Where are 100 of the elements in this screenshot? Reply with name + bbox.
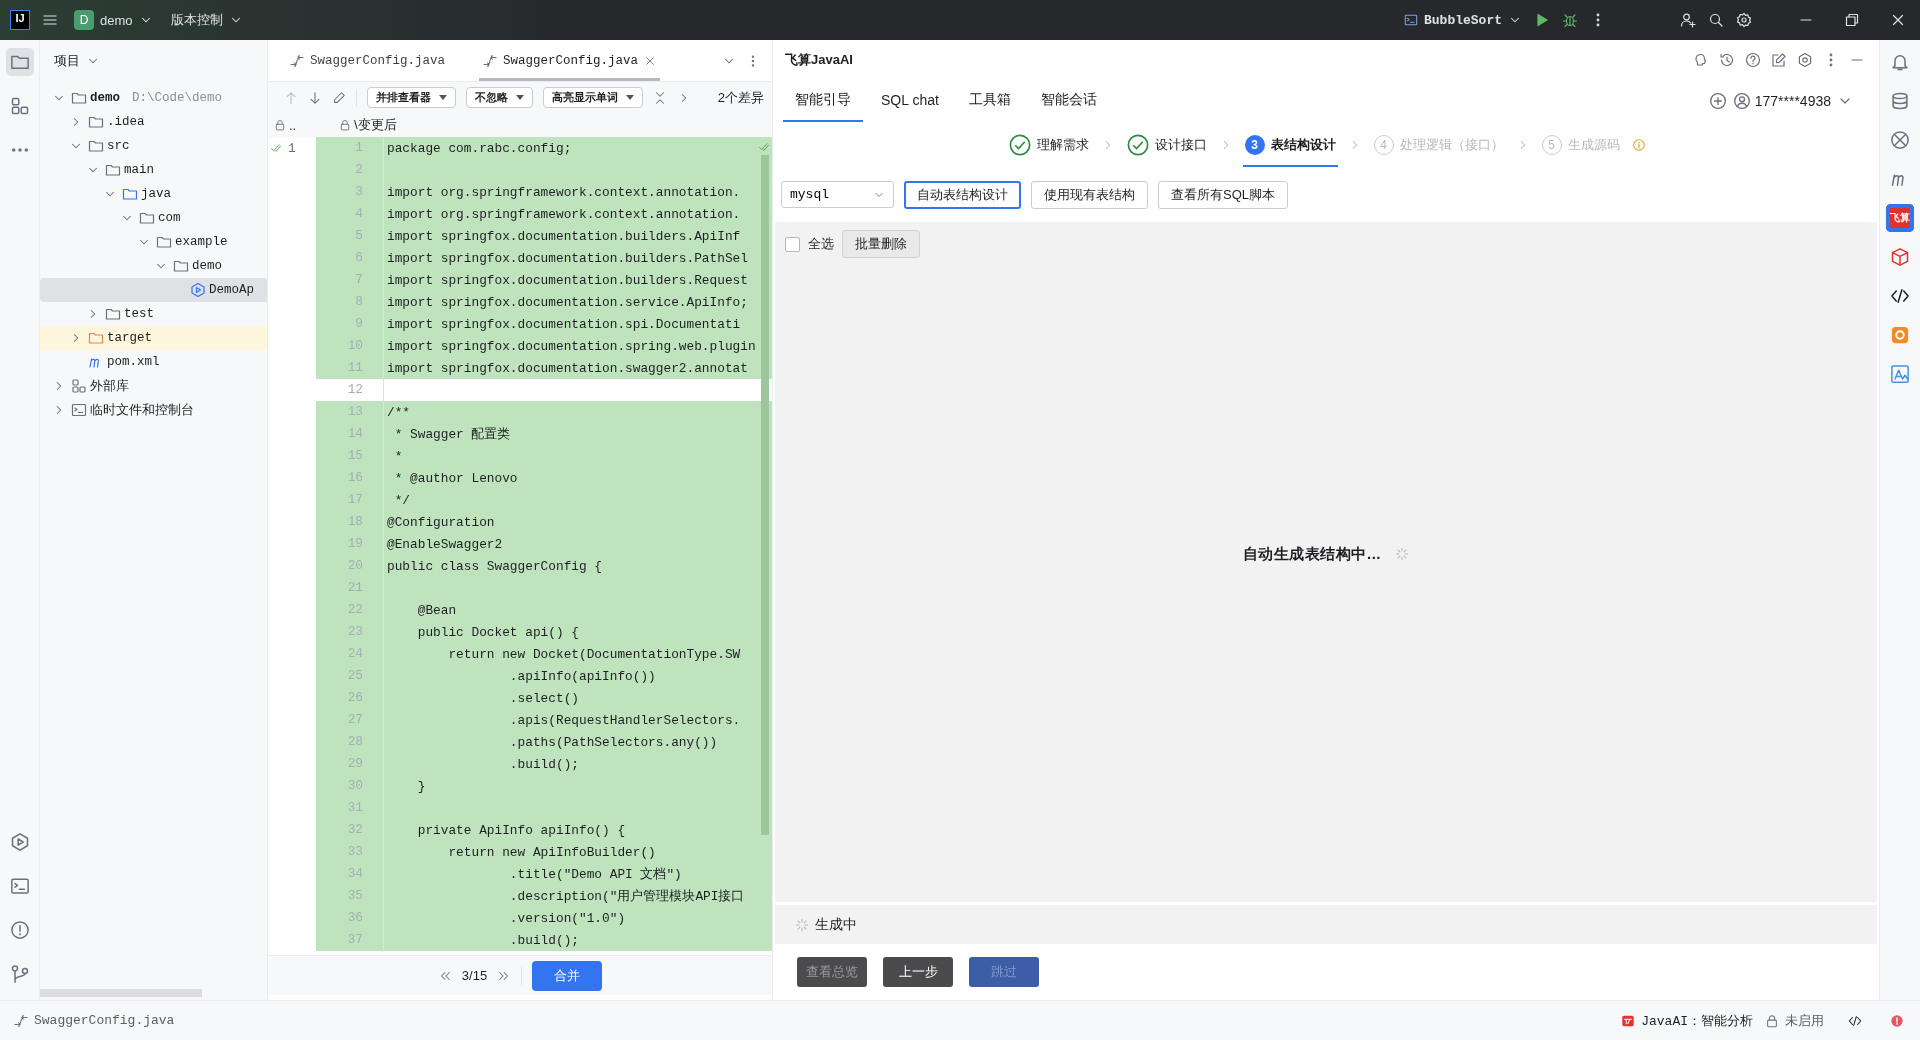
close-icon[interactable]: [1890, 12, 1906, 28]
breadcrumb[interactable]: SwaggerConfig.java: [34, 1013, 175, 1028]
code-line: import org.springframework.context.annotation.: [386, 206, 741, 222]
footer-button[interactable]: 上一步: [883, 957, 953, 987]
restore-icon[interactable]: [1844, 12, 1860, 28]
code-line: return new ApiInfoBuilder(): [447, 844, 656, 860]
action-button[interactable]: 使用现有表结构: [1031, 180, 1148, 209]
code-line: @Bean: [416, 602, 457, 618]
plugin-icon[interactable]: [1621, 1013, 1636, 1028]
action-button[interactable]: 查看所有SQL脚本: [1158, 180, 1288, 209]
tree-item[interactable]: com: [158, 211, 181, 225]
tree-item[interactable]: example: [175, 235, 228, 249]
lock-icon: [1765, 1013, 1779, 1028]
spinner-icon: [795, 917, 809, 932]
lock-status[interactable]: 未启用: [1785, 1011, 1824, 1030]
check-icon: [758, 141, 770, 153]
account-name[interactable]: 177****4938: [1754, 93, 1831, 109]
file-path: \变更后: [354, 116, 397, 134]
code-line: }: [416, 778, 426, 794]
dropdown[interactable]: 高亮显示单词: [543, 87, 643, 108]
info-icon[interactable]: [1631, 137, 1646, 152]
code-line: .title("Demo API 文档"): [508, 865, 682, 883]
tab[interactable]: 工具箱: [956, 80, 1023, 122]
edit-icon[interactable]: [1771, 52, 1787, 68]
add-user-icon[interactable]: [1680, 12, 1696, 28]
folder-icon: [88, 138, 104, 154]
help-icon[interactable]: [1745, 52, 1761, 68]
tab[interactable]: 智能会话: [1028, 80, 1109, 122]
terminal-icon: [1404, 13, 1418, 27]
step-label: 生成源码: [1567, 135, 1620, 154]
tree-item[interactable]: demo: [192, 259, 222, 273]
arrow-down-icon[interactable]: [308, 90, 322, 105]
tree-item[interactable]: 外部库: [90, 377, 129, 395]
editor-tab[interactable]: SwaggerConfig.java: [286, 40, 450, 81]
folder-icon: [88, 330, 104, 346]
project-icon[interactable]: [5, 48, 34, 76]
debug-icon[interactable]: [1562, 12, 1578, 28]
code-icon[interactable]: [1848, 1013, 1862, 1028]
tree-item[interactable]: target: [107, 331, 152, 345]
code-line: import org.springframework.context.annotation.: [386, 184, 741, 200]
code-line: .apis(RequestHandlerSelectors.: [508, 712, 741, 728]
step-label: 理解需求: [1036, 135, 1089, 154]
vcs-menu[interactable]: 版本控制: [170, 11, 243, 29]
settings-icon[interactable]: [1797, 52, 1813, 68]
run-configuration[interactable]: BubbleSort: [1404, 12, 1522, 28]
user-icon: [1732, 92, 1751, 110]
code-line: public class SwaggerConfig {: [386, 558, 603, 574]
error-icon[interactable]: [1890, 1013, 1904, 1028]
tab[interactable]: 智能引导: [783, 80, 863, 122]
code-line: */: [393, 492, 411, 508]
collapse-icon[interactable]: [653, 90, 667, 105]
history-icon[interactable]: [1719, 52, 1735, 68]
batch-delete-button[interactable]: 批量删除: [842, 230, 920, 258]
dropdown[interactable]: 不忽略: [466, 87, 533, 108]
code-line: import springfox.documentation.spi.Documentati: [386, 316, 741, 332]
run-icon[interactable]: [1534, 12, 1550, 28]
add-icon[interactable]: [1708, 92, 1727, 110]
tree-item[interactable]: DemoAp: [209, 283, 254, 297]
panel-title: 飞算JavaAI: [785, 51, 853, 69]
dropdown[interactable]: 并排查看器: [367, 87, 456, 108]
ai-status[interactable]: JavaAI：智能分析: [1641, 1011, 1753, 1030]
menu-icon[interactable]: [42, 12, 58, 28]
project-switcher[interactable]: D demo: [74, 10, 153, 30]
search-icon[interactable]: [1708, 12, 1724, 28]
step-label: 处理逻辑（接口）: [1399, 135, 1504, 154]
folder-icon: [122, 186, 138, 202]
database-select[interactable]: mysql: [781, 181, 894, 208]
tree-row[interactable]: DemoAp: [40, 278, 267, 302]
project-name: demo: [100, 12, 133, 28]
code-line: *: [393, 448, 403, 464]
checkbox-label[interactable]: 全选: [808, 235, 834, 253]
folder-icon: [173, 258, 189, 274]
code-line: import springfox.documentation.builders.PathSel: [386, 250, 748, 266]
check-icon[interactable]: [270, 142, 282, 154]
plugin-badge[interactable]: 飞算: [1886, 204, 1914, 232]
tree-item[interactable]: 临时文件和控制台: [90, 401, 194, 419]
tree-item[interactable]: pom.xml: [107, 355, 160, 369]
panel-title[interactable]: 项目: [54, 52, 80, 70]
code-line: * Swagger 配置类: [393, 425, 511, 443]
tab[interactable]: SQL chat: [869, 80, 951, 122]
tree-item[interactable]: src: [107, 139, 130, 153]
code-line: .description("用户管理模块API接口: [508, 887, 745, 905]
pencil-icon[interactable]: [332, 90, 346, 105]
code-line: import springfox.documentation.spring.web.plugin: [386, 338, 756, 354]
merge-button[interactable]: 合并: [532, 960, 603, 991]
code-line: import springfox.documentation.service.ApiInfo;: [386, 294, 748, 310]
app-logo[interactable]: IJ: [10, 10, 30, 30]
diff-icon: [483, 53, 498, 68]
tree-item[interactable]: .idea: [107, 115, 145, 129]
action-button[interactable]: 自动表结构设计: [904, 180, 1021, 209]
tree-item[interactable]: test: [124, 307, 154, 321]
checkbox[interactable]: [785, 236, 800, 252]
tree-item[interactable]: java: [141, 187, 171, 201]
scrollbar[interactable]: [40, 989, 202, 997]
diff-count: 2个差异: [717, 88, 764, 107]
tree-row[interactable]: target: [40, 326, 267, 350]
scrollbar[interactable]: [761, 155, 769, 835]
tree-item[interactable]: demo: [90, 91, 120, 105]
tree-item[interactable]: main: [124, 163, 154, 177]
brain-icon[interactable]: [1693, 52, 1709, 68]
